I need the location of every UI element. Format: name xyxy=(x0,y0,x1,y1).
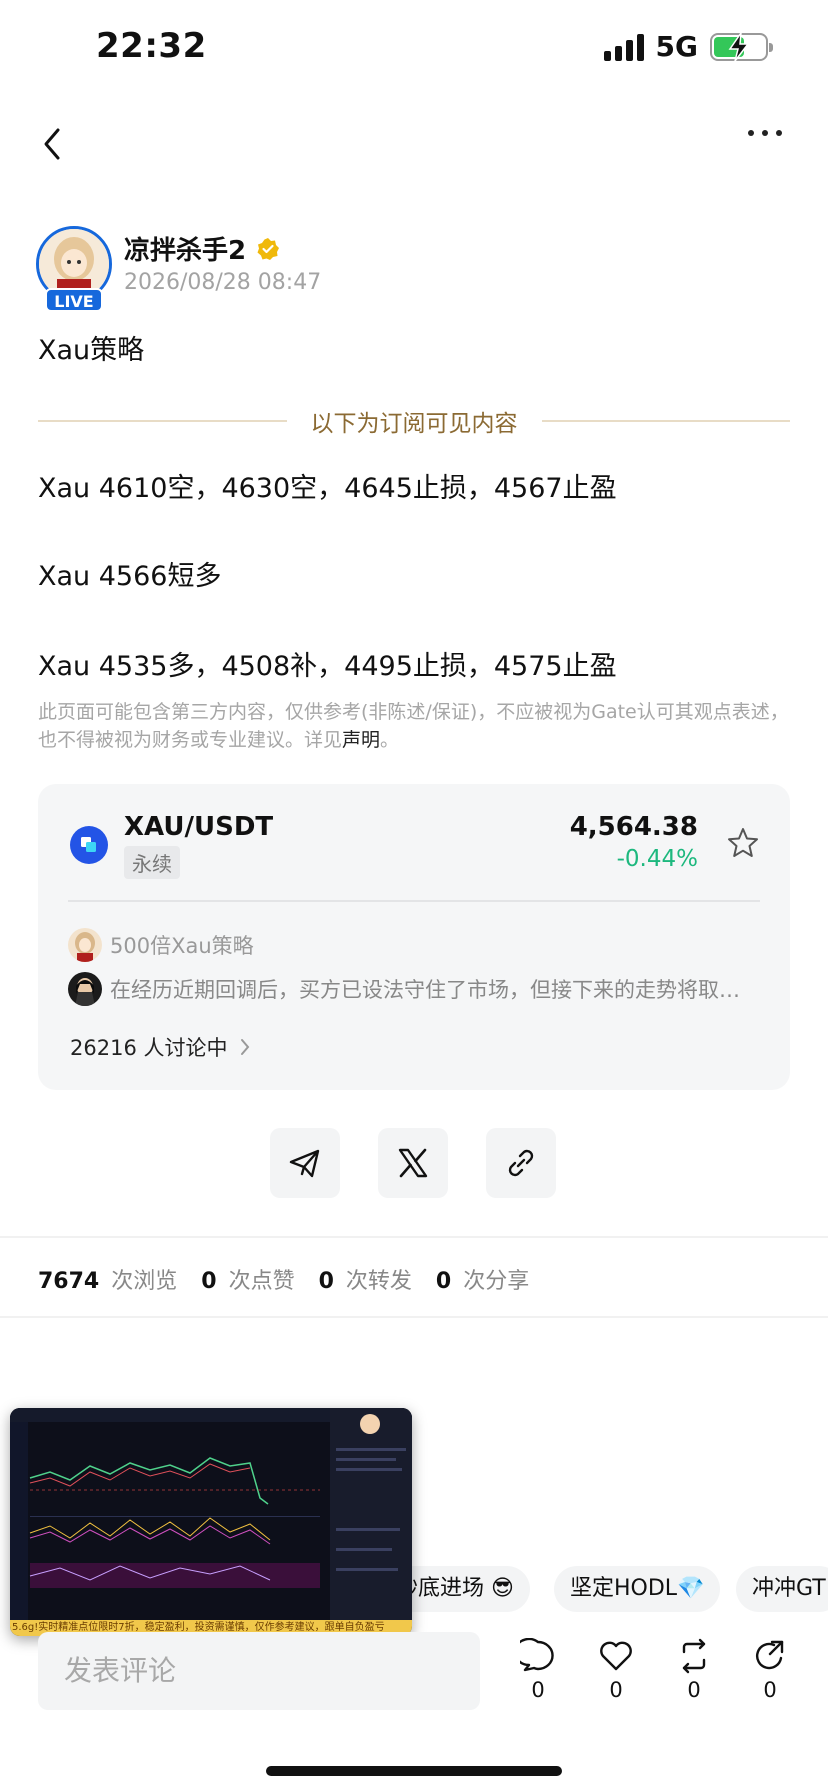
author-name-row[interactable]: 凉拌杀手2 xyxy=(124,230,280,267)
x-share-button[interactable] xyxy=(378,1128,448,1198)
section-divider xyxy=(0,1316,828,1318)
home-indicator[interactable] xyxy=(266,1766,562,1776)
avatar xyxy=(68,972,102,1006)
tag-chip[interactable]: 冲冲GT xyxy=(736,1566,828,1612)
repost-label: 次转发 xyxy=(345,1269,412,1294)
post-timestamp: 2026/08/28 08:47 xyxy=(124,270,322,295)
view-label: 次浏览 xyxy=(111,1269,178,1294)
xau-coin-icon xyxy=(70,826,108,864)
avatar xyxy=(68,928,102,962)
post-line-1: Xau 4610空，4630空，4645止损，4567止盈 xyxy=(38,473,617,504)
heart-icon xyxy=(600,1641,632,1671)
comment-bubble-icon xyxy=(520,1638,554,1672)
share-count: 0 xyxy=(435,1269,452,1294)
back-button[interactable] xyxy=(36,124,70,164)
copy-link-button[interactable] xyxy=(486,1128,556,1198)
discussion-count-link[interactable]: 26216 人讨论中 xyxy=(70,1032,251,1062)
post-line-3: Xau 4535多，4508补，4495止损，4575止盈 xyxy=(38,651,617,682)
repost-count: 0 xyxy=(318,1269,334,1294)
like-label: 次点赞 xyxy=(228,1269,295,1294)
status-time: 22:32 xyxy=(96,26,207,66)
discussion-item[interactable]: 在经历近期回调后，买方已设法守住了市场，但接下来的走势将取… xyxy=(68,972,768,1006)
comment-count: 0 xyxy=(531,1678,545,1702)
discussion-count: 26216 人讨论中 xyxy=(70,1036,228,1060)
author-name[interactable]: 凉拌杀手2 xyxy=(124,230,246,267)
floating-live-video[interactable]: 5.6g!实时精准点位限时7折，稳定盈利，投资需谨慎，仅作参考建议，跟单自负盈亏 xyxy=(10,1408,412,1636)
share-action[interactable]: 0 xyxy=(740,1638,800,1702)
card-divider xyxy=(68,900,760,902)
post-title: Xau策略 xyxy=(38,335,145,366)
share-label: 次分享 xyxy=(463,1269,530,1294)
comment-action[interactable]: 0 xyxy=(508,1638,568,1702)
subscriber-divider-label: 以下为订阅可见内容 xyxy=(310,411,518,437)
like-count-bottom: 0 xyxy=(609,1678,623,1702)
price-change: -0.44% xyxy=(616,846,698,872)
link-icon xyxy=(508,1149,534,1177)
status-icons: 5G xyxy=(603,30,773,63)
like-count: 0 xyxy=(201,1269,217,1294)
x-logo-icon xyxy=(398,1148,428,1178)
more-button[interactable] xyxy=(748,130,782,136)
battery-icon xyxy=(710,31,773,61)
disclaimer-end: 。 xyxy=(380,729,400,751)
share-arrow-icon xyxy=(756,1640,784,1670)
perpetual-tag: 永续 xyxy=(124,846,180,879)
live-badge: LIVE xyxy=(45,288,103,312)
pair-name: XAU/USDT xyxy=(124,812,274,842)
telegram-share-button[interactable] xyxy=(270,1128,340,1198)
post-stats: 7674 次浏览 0 次点赞 0 次转发 0 次分享 xyxy=(38,1263,541,1295)
network-label: 5G xyxy=(655,30,698,63)
repost-count-bottom: 0 xyxy=(687,1678,701,1702)
author-avatar[interactable]: LIVE xyxy=(36,226,112,312)
live-chart-preview xyxy=(10,1408,412,1620)
discussion-text: 在经历近期回调后，买方已设法守住了市场，但接下来的走势将取… xyxy=(110,978,740,1002)
paper-plane-icon xyxy=(289,1149,320,1178)
favorite-star-icon[interactable] xyxy=(726,826,760,860)
market-card[interactable]: XAU/USDT 永续 4,564.38 -0.44% 500倍Xau策略 在经… xyxy=(38,784,790,1090)
verified-badge-icon xyxy=(257,237,280,260)
like-action[interactable]: 0 xyxy=(586,1638,646,1702)
repost-icon xyxy=(682,1638,706,1674)
disclaimer-link[interactable]: 声明 xyxy=(342,729,380,751)
last-price: 4,564.38 xyxy=(569,812,698,842)
repost-action[interactable]: 0 xyxy=(664,1638,724,1702)
chevron-right-icon xyxy=(241,1039,250,1055)
signal-icon xyxy=(603,33,644,61)
tag-chip[interactable]: 坚定HODL💎 xyxy=(554,1566,721,1612)
post-line-2: Xau 4566短多 xyxy=(38,561,222,592)
disclaimer-text: 此页面可能包含第三方内容，仅供参考(非陈述/保证)，不应被视为Gate认可其观点… xyxy=(38,701,789,751)
section-divider xyxy=(0,1236,828,1238)
more-dots-icon xyxy=(748,130,754,136)
subscriber-divider: 以下为订阅可见内容 xyxy=(38,404,790,438)
disclaimer: 此页面可能包含第三方内容，仅供参考(非陈述/保证)，不应被视为Gate认可其观点… xyxy=(38,698,790,754)
comment-input[interactable]: 发表评论 xyxy=(38,1632,480,1710)
chevron-left-icon xyxy=(44,128,60,160)
discussion-text: 500倍Xau策略 xyxy=(110,934,254,958)
share-count-bottom: 0 xyxy=(763,1678,777,1702)
view-count: 7674 xyxy=(38,1269,100,1294)
discussion-item[interactable]: 500倍Xau策略 xyxy=(68,928,254,962)
